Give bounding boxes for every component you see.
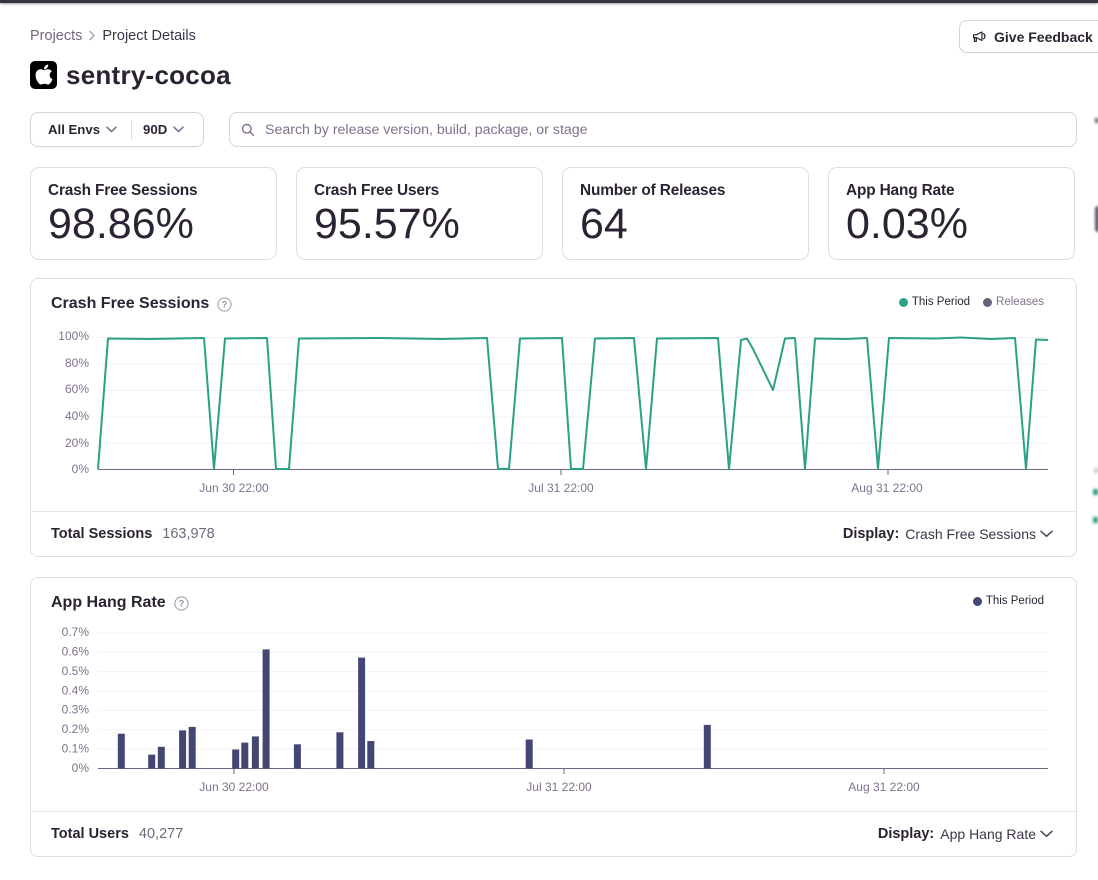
svg-text:40%: 40% — [65, 409, 89, 423]
svg-text:0.1%: 0.1% — [62, 742, 90, 756]
svg-text:0.5%: 0.5% — [62, 664, 90, 678]
svg-text:100%: 100% — [58, 329, 89, 343]
svg-text:20%: 20% — [65, 436, 89, 450]
svg-text:Jul 31 22:00: Jul 31 22:00 — [528, 481, 594, 495]
svg-text:0.6%: 0.6% — [62, 645, 90, 659]
svg-text:0%: 0% — [72, 761, 90, 775]
svg-text:60%: 60% — [65, 382, 89, 396]
svg-text:Aug 31 22:00: Aug 31 22:00 — [848, 780, 920, 794]
svg-text:0.2%: 0.2% — [62, 722, 90, 736]
svg-text:Aug 31 22:00: Aug 31 22:00 — [851, 481, 923, 495]
svg-text:Jun 30 22:00: Jun 30 22:00 — [199, 780, 269, 794]
svg-text:0.3%: 0.3% — [62, 703, 90, 717]
svg-text:Jun 30 22:00: Jun 30 22:00 — [199, 481, 269, 495]
svg-text:0.7%: 0.7% — [62, 625, 90, 639]
svg-text:80%: 80% — [65, 356, 89, 370]
svg-text:0%: 0% — [72, 462, 90, 476]
svg-text:0.4%: 0.4% — [62, 684, 90, 698]
svg-text:Jul 31 22:00: Jul 31 22:00 — [526, 780, 592, 794]
